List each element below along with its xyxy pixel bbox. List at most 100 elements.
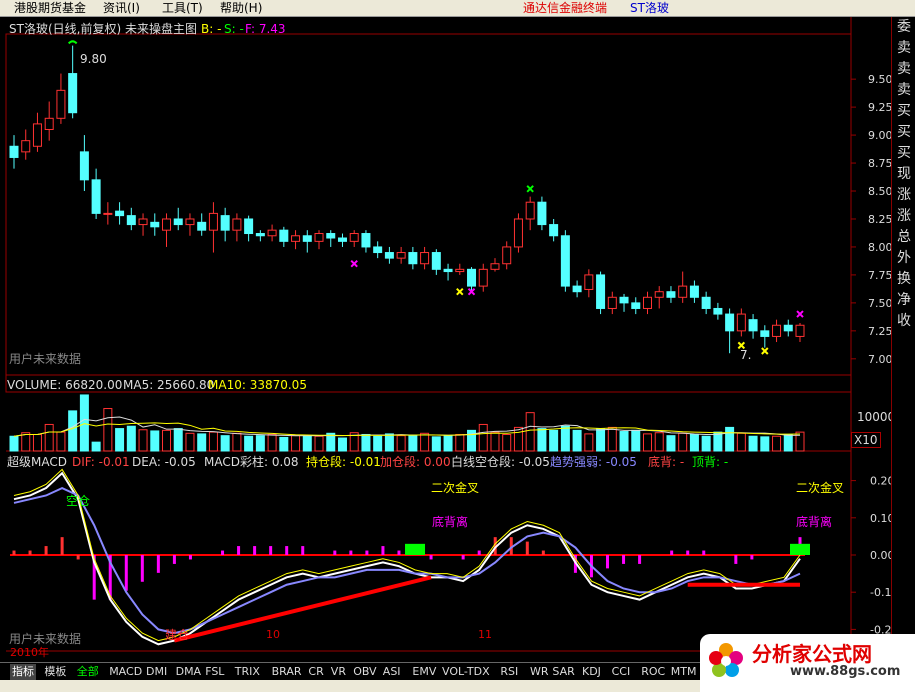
volume-bar xyxy=(772,435,782,452)
dea-value: DEA: -0.05 xyxy=(132,455,196,469)
logo-name: 分析家公式网 xyxy=(752,642,872,666)
tab-fsl[interactable]: FSL xyxy=(203,664,226,680)
divergence-2: 底背离 xyxy=(796,515,833,529)
menu-bar: 港股期货基金 资讯(I) 工具(T) 帮助(H) 通达信金融终端 ST洛玻 xyxy=(0,0,915,17)
volume-bar xyxy=(455,433,465,452)
volume-bar xyxy=(185,432,195,452)
tab-macd[interactable]: MACD xyxy=(107,664,144,680)
volume-bar xyxy=(138,429,148,452)
quote-label-11: 外 xyxy=(897,250,911,266)
tab-obv[interactable]: OBV xyxy=(351,664,378,680)
volume-bar xyxy=(173,428,183,452)
macd-bar-value: MACD彩柱: 0.08 xyxy=(204,455,299,469)
logo-url: www.88gs.com xyxy=(790,664,901,679)
tab-sar[interactable]: SAR xyxy=(550,664,576,680)
kong-cang-label: 空仓 xyxy=(66,494,91,508)
candle-body xyxy=(713,307,723,315)
quote-label-13: 净 xyxy=(897,292,911,308)
top-marker-icon xyxy=(526,185,534,193)
macd-chart[interactable] xyxy=(10,468,810,646)
chart-area[interactable]: 9.50 9.25 9.00 8.75 8.50 8.25 8.00 7.75 7.50 7.25… xyxy=(0,17,891,662)
volume-bar xyxy=(408,434,418,452)
volume-bar xyxy=(572,429,582,452)
tab-dma[interactable]: DMA xyxy=(174,664,204,680)
tab-指标[interactable]: 指标 xyxy=(10,664,36,680)
menu-item-tools[interactable]: 工具(T) xyxy=(162,0,203,16)
tab-trix[interactable]: TRIX xyxy=(233,664,262,680)
price-chart[interactable] xyxy=(9,40,805,355)
menu-item-help[interactable]: 帮助(H) xyxy=(220,0,262,16)
candle-body xyxy=(572,285,582,293)
volume-bar xyxy=(220,435,230,452)
low-price-label: 7. xyxy=(740,348,752,362)
volume-bar xyxy=(103,408,113,452)
volume-bar xyxy=(736,432,746,452)
bottom-div-value: 底背: - xyxy=(648,455,685,469)
volume-bar xyxy=(384,433,394,452)
price-y-tick: 7.75 xyxy=(868,269,891,282)
candle-body xyxy=(185,218,195,226)
volume-chart[interactable] xyxy=(9,394,805,452)
dif-line xyxy=(13,471,801,646)
tab-dmi[interactable]: DMI xyxy=(144,664,169,680)
candle-body xyxy=(443,268,453,273)
volume-bar xyxy=(244,435,254,452)
candle-body xyxy=(267,229,277,237)
volume-bar xyxy=(279,436,289,452)
tab-rsi[interactable]: RSI xyxy=(498,664,520,680)
tab-emv[interactable]: EMV xyxy=(410,664,438,680)
sell-marker-icon xyxy=(796,310,804,318)
tab-wr[interactable]: WR xyxy=(528,664,551,680)
candle-body xyxy=(431,252,441,270)
quote-label-3: 卖 xyxy=(897,82,911,98)
tab-vol-tdx[interactable]: VOL-TDX xyxy=(440,664,492,680)
candle-body xyxy=(584,274,594,290)
macd-watermark: 用户未来数据 xyxy=(9,632,82,646)
candle-body xyxy=(32,123,42,147)
candle-body xyxy=(68,73,78,114)
tab-roc[interactable]: ROC xyxy=(639,664,667,680)
tab-asi[interactable]: ASI xyxy=(381,664,403,680)
tab-模板[interactable]: 模板 xyxy=(42,664,68,680)
volume-bar xyxy=(115,428,125,452)
quote-panel: 委卖卖卖买买买现涨涨总外换净收 xyxy=(891,17,915,662)
candle-body xyxy=(502,246,512,265)
quote-label-9: 涨 xyxy=(897,208,911,224)
ma5-value: MA5: 25660.80 xyxy=(123,378,215,392)
candle-body xyxy=(126,215,136,226)
volume-bar xyxy=(396,435,406,452)
volume-bar xyxy=(373,435,383,452)
buy-marker-icon xyxy=(761,347,769,355)
volume-bar xyxy=(267,433,277,452)
volume-bar xyxy=(443,435,453,452)
tab-vr[interactable]: VR xyxy=(329,664,348,680)
quote-label-5: 买 xyxy=(897,124,911,140)
candle-body xyxy=(21,140,31,153)
price-y-tick: 7.50 xyxy=(868,297,891,310)
menu-item-info[interactable]: 资讯(I) xyxy=(103,0,140,16)
tab-kdj[interactable]: KDJ xyxy=(580,664,603,680)
candle-body xyxy=(220,215,230,231)
quote-label-6: 买 xyxy=(897,145,911,161)
candle-body xyxy=(678,285,688,298)
volume-bar xyxy=(337,437,347,452)
quote-label-7: 现 xyxy=(897,166,911,182)
candle-body xyxy=(314,233,324,242)
volume-bar xyxy=(596,428,606,452)
volume-bar xyxy=(654,432,664,452)
tab-cr[interactable]: CR xyxy=(306,664,325,680)
tab-brar[interactable]: BRAR xyxy=(270,664,304,680)
candle-body xyxy=(255,233,265,237)
tab-mtm[interactable]: MTM xyxy=(669,664,699,680)
tab-cci[interactable]: CCI xyxy=(610,664,633,680)
f-signal: F: 7.43 xyxy=(245,22,286,36)
volume-bar xyxy=(150,430,160,452)
candle-body xyxy=(596,274,606,309)
volume-bar xyxy=(607,426,617,452)
add-value: 加仓段: 0.00 xyxy=(380,455,451,469)
menu-item-hk-futures[interactable]: 港股期货基金 xyxy=(14,0,86,16)
top-arc-icon xyxy=(67,40,78,45)
tab-全部[interactable]: 全部 xyxy=(75,664,101,680)
volume-bar xyxy=(361,433,371,452)
candle-body xyxy=(654,291,664,298)
